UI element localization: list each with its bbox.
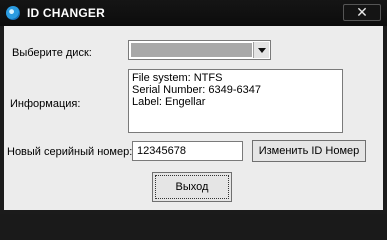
dialog-body: Выберите диск: Информация: File system: … bbox=[4, 26, 383, 210]
info-line-filesystem: File system: NTFS bbox=[132, 72, 223, 84]
title-bar[interactable]: ID CHANGER ✕ bbox=[0, 0, 387, 26]
serial-label: Новый серийный номер: bbox=[7, 146, 133, 158]
info-line-serial: Serial Number: 6349-6347 bbox=[132, 84, 262, 96]
serial-input[interactable] bbox=[132, 141, 243, 161]
disk-select[interactable] bbox=[128, 40, 271, 60]
window-title: ID CHANGER bbox=[27, 6, 106, 20]
disk-label: Выберите диск: bbox=[12, 47, 92, 59]
info-box: File system: NTFS Serial Number: 6349-63… bbox=[128, 69, 343, 133]
info-label: Информация: bbox=[10, 98, 81, 110]
close-icon: ✕ bbox=[356, 4, 368, 20]
app-window: ID CHANGER ✕ Выберите диск: Информация: … bbox=[0, 0, 387, 214]
info-line-label: Label: Engellar bbox=[132, 96, 206, 108]
app-icon bbox=[6, 6, 20, 20]
exit-button[interactable]: Выход bbox=[152, 172, 232, 202]
close-button[interactable]: ✕ bbox=[343, 4, 381, 21]
chevron-down-icon[interactable] bbox=[253, 42, 269, 58]
disk-select-value bbox=[131, 43, 252, 57]
change-id-button[interactable]: Изменить ID Номер bbox=[252, 140, 366, 162]
